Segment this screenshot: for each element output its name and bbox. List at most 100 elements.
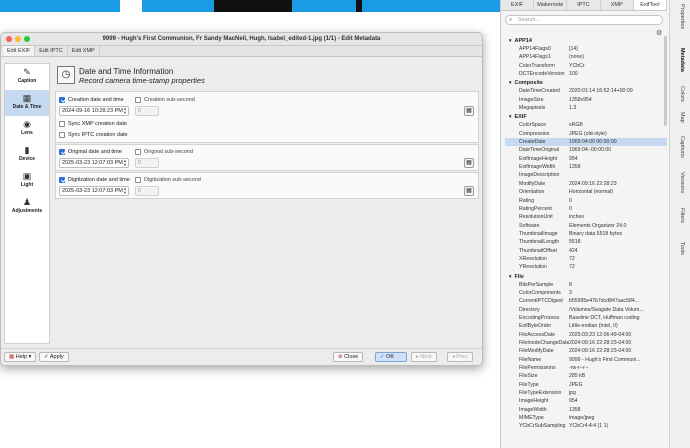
chevron-down-icon[interactable]: ▼ xyxy=(508,114,512,119)
spinner-icon[interactable]: ▲ ▼ xyxy=(122,187,128,195)
creation-subsecond-input[interactable]: 0 xyxy=(135,106,159,116)
vertical-tab-tools[interactable]: Tools xyxy=(679,242,685,255)
ok-button[interactable]: ✓ OK xyxy=(375,352,407,362)
digitization-subsecond-input[interactable]: 0 xyxy=(135,186,159,196)
tree-row[interactable]: APP14Flags1 (none) xyxy=(505,53,667,61)
sidebar-item-date-time[interactable]: ▦ Date & Time xyxy=(5,90,49,116)
sidebar-item-lens[interactable]: ◉ Lens xyxy=(5,116,49,142)
tab-iptc[interactable]: IPTC xyxy=(567,0,601,10)
calendar-icon[interactable]: ▦ xyxy=(464,106,474,116)
digitization-subsecond-checkbox[interactable] xyxy=(135,176,141,183)
tree-row[interactable]: ExifImageWidth 1358 xyxy=(505,163,667,171)
tree-row[interactable]: Orientation Horizontal (normal) xyxy=(505,188,667,196)
creation-subsecond-checkbox[interactable] xyxy=(135,96,141,103)
metadata-search-input[interactable]: ⌕ Search... xyxy=(505,15,663,25)
spinner-icon[interactable]: ▲ ▼ xyxy=(122,107,128,115)
minimize-window-icon[interactable] xyxy=(15,36,21,42)
original-subsecond-input[interactable]: 0 xyxy=(135,158,159,168)
close-window-icon[interactable] xyxy=(6,36,12,42)
tree-row[interactable]: FileSize 285 kB xyxy=(505,372,667,380)
tree-section-exif[interactable]: ▼ EXIF xyxy=(505,112,667,121)
next-button[interactable]: ▸ Next xyxy=(411,352,437,362)
tab-exiftool[interactable]: ExifTool xyxy=(633,0,668,10)
tab-edit-xmp[interactable]: Edit XMP xyxy=(68,46,100,56)
vertical-tab-versions[interactable]: Versions xyxy=(679,172,685,193)
tree-row[interactable]: ColorComponents 3 xyxy=(505,289,667,297)
tree-row[interactable]: Software Elements Organizer 24.0 xyxy=(505,222,667,230)
tree-scrollbar[interactable] xyxy=(664,36,667,126)
tab-xmp[interactable]: XMP xyxy=(601,0,634,10)
calendar-icon[interactable]: ▦ xyxy=(464,186,474,196)
close-button[interactable]: ⊗ Close xyxy=(333,352,364,362)
tree-row[interactable]: ThumbnailOffset 424 xyxy=(505,247,667,255)
tree-row[interactable]: FilePermissions -rw-r--r-- xyxy=(505,364,667,372)
creation-date-input[interactable]: 2024-09-16 10:28:23 PM ▲ ▼ xyxy=(59,106,129,116)
tree-row[interactable]: XResolution 72 xyxy=(505,255,667,263)
digitization-date-checkbox[interactable] xyxy=(59,176,65,183)
sync-xmp-checkbox[interactable] xyxy=(59,120,65,127)
tree-row[interactable]: MIMEType image/jpeg xyxy=(505,414,667,422)
digitization-date-input[interactable]: 2025-03-23 12:07:03 PM ▲ ▼ xyxy=(59,186,129,196)
tree-row[interactable]: FileModifyDate 2024:09:16 22:28:23-04:00 xyxy=(505,347,667,355)
tree-row[interactable]: ExifByteOrder Little-endian (Intel, II) xyxy=(505,322,667,330)
sidebar-item-light[interactable]: ▣ Light xyxy=(5,168,49,194)
vertical-tab-filters[interactable]: Filters xyxy=(679,208,685,223)
tree-row[interactable]: FileAccessDate 2025:03:23 12:06:49-04:00 xyxy=(505,331,667,339)
chevron-down-icon[interactable]: ▼ xyxy=(508,80,512,85)
tree-row[interactable]: Compression JPEG (old-style) xyxy=(505,130,667,138)
tree-row[interactable]: DateTimeCreated 2020:01:14 16:52:14+00:00 xyxy=(505,87,667,95)
tree-row[interactable]: FileType JPEG xyxy=(505,381,667,389)
tree-row[interactable]: DCTEncodeVersion 100 xyxy=(505,70,667,78)
tree-row[interactable]: ResolutionUnit inches xyxy=(505,213,667,221)
tree-row[interactable]: FileName 9999 - Hugh's First Communi... xyxy=(505,356,667,364)
help-button[interactable]: ▩ Help ▾ xyxy=(4,352,37,362)
zoom-window-icon[interactable] xyxy=(24,36,30,42)
spinner-icon[interactable]: ▲ ▼ xyxy=(122,159,128,167)
original-date-checkbox[interactable] xyxy=(59,148,65,155)
tree-row[interactable]: FileTypeExtension jpg xyxy=(505,389,667,397)
tree-row[interactable]: FileInodeChangeDate 2024:09:16 22:28:23-0… xyxy=(505,339,667,347)
chevron-down-icon[interactable]: ▼ xyxy=(508,38,512,43)
tree-row[interactable]: Directory/Volumes/Seagate Data Volum... xyxy=(505,306,667,314)
tree-row[interactable]: ExifImageHeight 954 xyxy=(505,155,667,163)
tree-row[interactable]: ThumbnailLength 5518 xyxy=(505,238,667,246)
original-subsecond-checkbox[interactable] xyxy=(135,148,141,155)
sync-iptc-checkbox[interactable] xyxy=(59,131,65,138)
tree-row[interactable]: Rating 0 xyxy=(505,197,667,205)
tree-row[interactable]: YCbCrSubSampling YCbCr4:4:4 (1 1) xyxy=(505,422,667,430)
tree-row[interactable]: ImageWidth 1358 xyxy=(505,406,667,414)
original-date-input[interactable]: 2025-03-23 12:07:03 PM ▲ ▼ xyxy=(59,158,129,168)
tab-edit-exif[interactable]: Edit EXIF xyxy=(3,46,36,56)
tree-row[interactable]: EncodingProcess Baseline DCT, Huffman cod… xyxy=(505,314,667,322)
tab-makernote[interactable]: Makernote xyxy=(534,0,568,10)
tree-row[interactable]: ColorSpace sRGB xyxy=(505,121,667,129)
tree-section-app14[interactable]: ▼ APP14 xyxy=(505,36,667,45)
tree-section-file[interactable]: ▼ File xyxy=(505,272,667,281)
sidebar-item-adjustments[interactable]: ♟ Adjustments xyxy=(5,194,49,220)
vertical-tab-map[interactable]: Map xyxy=(679,112,685,123)
creation-date-checkbox[interactable] xyxy=(59,96,65,103)
tree-row[interactable]: CreateDate 1969:04:00 00:00:00 xyxy=(505,138,667,147)
tree-row[interactable]: ImageHeight 954 xyxy=(505,397,667,405)
tree-row[interactable]: BitsPerSample 8 xyxy=(505,281,667,289)
tree-row[interactable]: RatingPercent 0 xyxy=(505,205,667,213)
sidebar-item-device[interactable]: ▮ Device xyxy=(5,142,49,168)
vertical-tab-metadata[interactable]: Metadata xyxy=(679,48,685,72)
tree-row[interactable]: ModifyDate 2024:09:16 22:28:23 xyxy=(505,180,667,188)
tree-row[interactable]: ThumbnailImage Binary data 5518 bytes xyxy=(505,230,667,238)
calendar-icon[interactable]: ▦ xyxy=(464,158,474,168)
tree-section-composite[interactable]: ▼ Composite xyxy=(505,78,667,87)
apply-button[interactable]: ✓ Apply xyxy=(39,352,69,362)
tab-edit-iptc[interactable]: Edit IPTC xyxy=(35,46,68,56)
tree-row[interactable]: DateTimeOriginal 1969:04:-00:00:00 xyxy=(505,146,667,154)
sidebar-item-caption[interactable]: ✎ Caption xyxy=(5,64,49,90)
tree-row[interactable]: CurrentIPTCDigest b55995e47b7dcd847aac584… xyxy=(505,297,667,305)
prev-button[interactable]: ◂ Prev xyxy=(447,352,473,362)
tree-row[interactable]: ImageDescription xyxy=(505,171,667,179)
tree-row[interactable]: ImageSize 1358x954 xyxy=(505,96,667,104)
tree-row[interactable]: ColorTransform YCbCr xyxy=(505,62,667,70)
tree-row[interactable]: YResolution 72 xyxy=(505,263,667,271)
chevron-down-icon[interactable]: ▼ xyxy=(508,274,512,279)
vertical-tab-captions[interactable]: Captions xyxy=(679,136,685,158)
tree-row[interactable]: APP14Flags0 [14] xyxy=(505,45,667,53)
